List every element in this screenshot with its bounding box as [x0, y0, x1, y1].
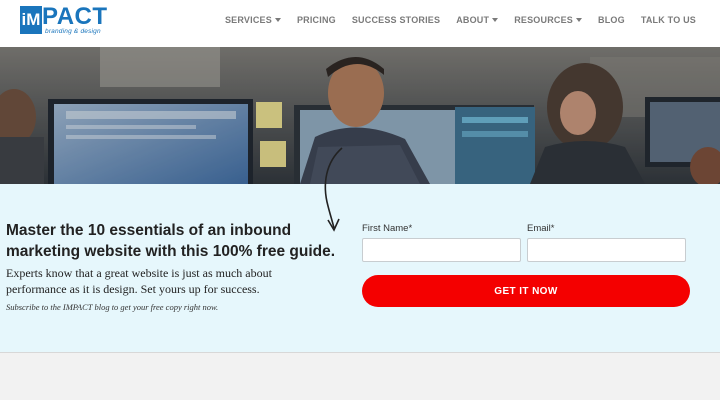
office-scene-illustration — [0, 47, 720, 184]
nav-item-pricing[interactable]: PRICING — [297, 15, 336, 25]
chevron-down-icon — [274, 18, 281, 22]
offer-note: Subscribe to the IMPACT blog to get your… — [6, 302, 219, 312]
chevron-down-icon — [576, 18, 583, 22]
first-name-label: First Name* — [362, 223, 413, 234]
nav-item-resources[interactable]: RESOURCES — [514, 15, 583, 25]
chevron-down-icon — [492, 18, 499, 22]
nav-label: SUCCESS STORIES — [351, 15, 441, 25]
page-content-area — [0, 353, 720, 400]
email-label: Email* — [527, 223, 555, 234]
logo-tagline: branding & design — [45, 28, 101, 35]
nav-item-talk-to-us[interactable]: TALK TO US — [641, 15, 696, 25]
nav-label: ABOUT — [456, 15, 490, 25]
logo-letter-box: iM — [20, 6, 42, 34]
hero-photo — [0, 47, 720, 184]
nav-item-success-stories[interactable]: SUCCESS STORIES — [352, 15, 440, 25]
nav-label: RESOURCES — [514, 15, 574, 25]
curved-arrow-icon — [324, 147, 343, 232]
nav-item-blog[interactable]: BLOG — [598, 15, 625, 25]
nav-item-about[interactable]: ABOUT — [456, 15, 499, 25]
nav-item-services[interactable]: SERVICES — [225, 15, 281, 25]
offer-body: Experts know that a great website is jus… — [6, 266, 272, 296]
nav-label: SERVICES — [224, 15, 272, 25]
main-nav: SERVICES PRICING SUCCESS STORIES ABOUT R… — [209, 0, 696, 40]
offer-headline: Master the 10 essentials of an inbound m… — [6, 222, 336, 260]
logo-wordmark: PACT — [42, 3, 108, 30]
site-header: iM PACT branding & design SERVICES PRICI… — [0, 0, 720, 47]
nav-label: BLOG — [598, 15, 625, 25]
get-it-now-button[interactable]: GET IT NOW — [362, 275, 690, 307]
offer-panel: Master the 10 essentials of an inbound m… — [0, 184, 720, 353]
nav-label: TALK TO US — [640, 15, 696, 25]
nav-label: PRICING — [296, 15, 336, 25]
impact-logo[interactable]: iM PACT branding & design — [20, 3, 112, 35]
first-name-input[interactable] — [362, 238, 521, 262]
email-input[interactable] — [527, 238, 686, 262]
